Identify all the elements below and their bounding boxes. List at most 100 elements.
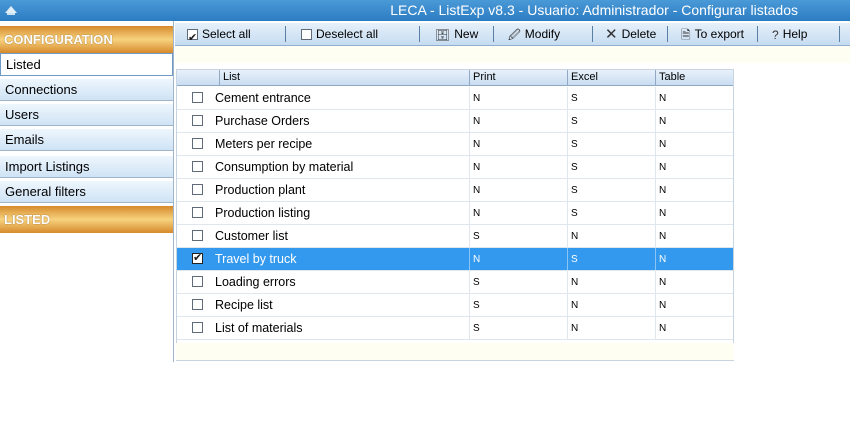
row-list-name: Loading errors	[215, 275, 296, 289]
table-row[interactable]: Customer list S N N	[177, 225, 733, 248]
row-list-name: Meters per recipe	[215, 137, 313, 151]
row-excel-value: N	[567, 271, 655, 293]
table-row[interactable]: Meters per recipe N S N	[177, 133, 733, 156]
row-excel-value: S	[567, 202, 655, 224]
sidebar-item-import-listings[interactable]: Import Listings	[0, 155, 173, 178]
row-table-value: N	[655, 248, 733, 270]
table-row[interactable]: Cement entrance N S N	[177, 87, 733, 110]
row-checkbox[interactable]	[192, 138, 203, 149]
row-checkbox[interactable]	[192, 184, 203, 195]
table-row[interactable]: Consumption by material N S N	[177, 156, 733, 179]
listings-grid: List Print Excel Table Cement entrance N S…	[176, 69, 734, 361]
table-row[interactable]: Production plant N S N	[177, 179, 733, 202]
row-list-name: Consumption by material	[215, 160, 354, 174]
new-button[interactable]: 🗄 New	[435, 23, 478, 45]
help-icon: ?	[772, 27, 779, 42]
title-bar: LECA - ListExp v8.3 - Usuario: Administr…	[0, 0, 850, 21]
table-row[interactable]: List of materials S N N	[177, 317, 733, 340]
header-checkbox-column	[177, 70, 219, 85]
row-table-value: N	[655, 271, 733, 293]
row-table-value: N	[655, 294, 733, 316]
table-row[interactable]: Purchase Orders N S N	[177, 110, 733, 133]
row-list-name: Cement entrance	[215, 91, 311, 105]
row-print-value: S	[469, 294, 567, 316]
row-print-value: N	[469, 110, 567, 132]
sidebar-item-listed[interactable]: Listed	[0, 53, 173, 76]
sidebar-item-general-filters[interactable]: General filters	[0, 180, 173, 203]
modify-button[interactable]: 🖉 Modify	[508, 23, 560, 45]
row-list-name: Travel by truck	[215, 252, 297, 266]
column-header-list[interactable]: List	[219, 70, 469, 85]
row-checkbox[interactable]	[192, 115, 203, 126]
row-print-value: N	[469, 156, 567, 178]
row-excel-value: S	[567, 156, 655, 178]
row-table-value: N	[655, 179, 733, 201]
row-checkbox[interactable]	[192, 161, 203, 172]
sidebar-item-emails[interactable]: Emails	[0, 128, 173, 151]
configuration-header[interactable]: CONFIGURATION	[0, 26, 173, 53]
help-label: Help	[782, 27, 808, 41]
column-header-print[interactable]: Print	[469, 70, 567, 85]
delete-button[interactable]: ✕ Delete	[605, 23, 656, 45]
edit-icon: 🖉	[508, 27, 521, 42]
row-checkbox[interactable]	[192, 251, 203, 264]
export-icon: 🗎	[681, 27, 691, 42]
app-icon	[5, 6, 17, 15]
row-table-value: N	[655, 156, 733, 178]
row-print-value: S	[469, 271, 567, 293]
table-row[interactable]: Recipe list S N N	[177, 294, 733, 317]
grid-footer-strip	[176, 343, 734, 360]
delete-label: Delete	[621, 27, 657, 41]
column-header-excel[interactable]: Excel	[567, 70, 655, 85]
row-checkbox[interactable]	[192, 207, 203, 218]
row-checkbox[interactable]	[192, 276, 203, 287]
row-list-name: Customer list	[215, 229, 288, 243]
row-excel-value: N	[567, 225, 655, 247]
toolbar-separator	[285, 26, 286, 42]
toolbar-separator	[493, 26, 494, 42]
grid-header: List Print Excel Table	[177, 70, 733, 86]
row-excel-value: S	[567, 179, 655, 201]
row-table-value: N	[655, 202, 733, 224]
table-row[interactable]: Travel by truck NSN	[177, 248, 733, 271]
export-label: To export	[694, 27, 745, 41]
row-checkbox[interactable]	[192, 92, 203, 103]
row-list-name: Recipe list	[215, 298, 273, 312]
row-excel-value: S	[567, 248, 655, 270]
row-list-name: Purchase Orders	[215, 114, 310, 128]
window-title: LECA - ListExp v8.3 - Usuario: Administr…	[390, 2, 798, 18]
row-table-value: N	[655, 317, 733, 339]
sidebar-item-users[interactable]: Users	[0, 103, 173, 126]
table-row[interactable]: Production listing N S N	[177, 202, 733, 225]
row-print-value: S	[469, 317, 567, 339]
row-table-value: N	[655, 225, 733, 247]
toolbar-separator	[757, 26, 758, 42]
row-checkbox[interactable]	[192, 299, 203, 310]
row-list-name: Production listing	[215, 206, 311, 220]
column-header-table[interactable]: Table	[655, 70, 733, 85]
sidebar-item-connections[interactable]: Connections	[0, 78, 173, 101]
row-print-value: N	[469, 87, 567, 109]
select-all-button[interactable]: Select all	[187, 23, 251, 49]
checkbox-checked-icon	[187, 27, 198, 49]
toolbar-separator	[592, 26, 593, 42]
deselect-all-button[interactable]: Deselect all	[301, 23, 378, 45]
row-checkbox[interactable]	[192, 230, 203, 241]
checkbox-empty-icon	[301, 29, 312, 41]
row-table-value: N	[655, 110, 733, 132]
row-table-value: N	[655, 133, 733, 155]
help-button[interactable]: ? Help	[772, 23, 807, 45]
row-excel-value: S	[567, 133, 655, 155]
row-checkbox[interactable]	[192, 322, 203, 333]
new-label: New	[454, 27, 479, 41]
table-row[interactable]: Loading errors S N N	[177, 271, 733, 294]
modify-label: Modify	[524, 27, 561, 41]
export-button[interactable]: 🗎 To export	[681, 23, 744, 45]
row-print-value: N	[469, 202, 567, 224]
listed-header[interactable]: LISTED	[0, 206, 173, 233]
row-table-value: N	[655, 87, 733, 109]
toolbar-separator	[667, 26, 668, 42]
row-print-value: S	[469, 225, 567, 247]
row-excel-value: N	[567, 317, 655, 339]
toolbar-separator	[419, 26, 420, 42]
